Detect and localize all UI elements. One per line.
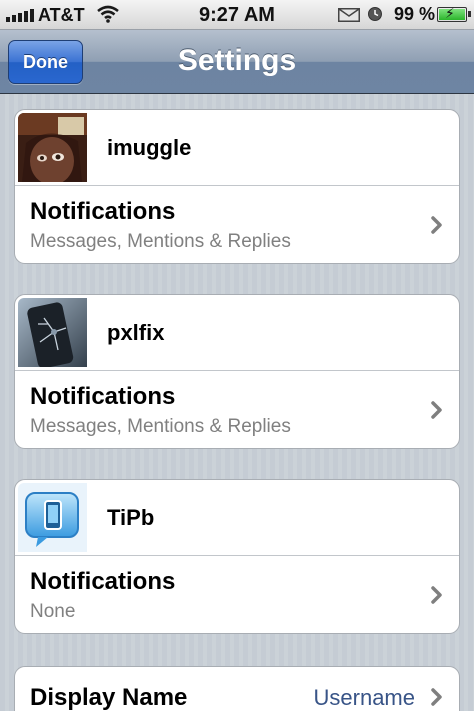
navigation-bar: Done Settings <box>0 30 474 94</box>
account-row[interactable]: pxlfix <box>15 295 459 371</box>
display-name-value: Username <box>313 685 415 710</box>
chevron-right-icon <box>431 216 442 234</box>
battery-charging-icon: ⚡ <box>437 5 471 22</box>
alarm-icon <box>368 7 382 21</box>
display-name-group: Display Name Username <box>14 666 460 711</box>
notifications-row[interactable]: Notifications Messages, Mentions & Repli… <box>15 371 459 448</box>
account-name: imuggle <box>107 135 192 160</box>
page-title: Settings <box>177 44 297 77</box>
display-name-label: Display Name <box>30 684 188 711</box>
account-row[interactable]: imuggle <box>15 110 459 186</box>
display-name-row[interactable]: Display Name Username <box>15 667 459 711</box>
account-name: pxlfix <box>107 320 165 345</box>
notifications-row[interactable]: Notifications Messages, Mentions & Repli… <box>15 186 459 263</box>
mail-icon <box>338 8 360 22</box>
user-photo-avatar <box>18 113 87 182</box>
account-group-pxlfix: pxlfix Notifications Messages, Mentions … <box>14 294 460 449</box>
chevron-right-icon <box>431 688 442 706</box>
chevron-right-icon <box>431 586 442 604</box>
notifications-detail: None <box>30 601 76 622</box>
battery-percent: 99 % <box>394 4 436 24</box>
status-bar: AT&T 9:27 AM 99 % ⚡ <box>0 0 474 30</box>
account-group-tipb: TiPb Notifications None <box>14 479 460 634</box>
notifications-detail: Messages, Mentions & Replies <box>30 416 291 437</box>
notifications-detail: Messages, Mentions & Replies <box>30 231 291 252</box>
notifications-label: Notifications <box>30 568 176 595</box>
account-row[interactable]: TiPb <box>15 480 459 556</box>
tipb-logo-avatar <box>18 483 87 552</box>
notifications-label: Notifications <box>30 383 176 410</box>
account-group-imuggle: imuggle Notifications Messages, Mentions… <box>14 109 460 264</box>
notifications-label: Notifications <box>30 198 176 225</box>
account-name: TiPb <box>107 505 155 530</box>
notifications-row[interactable]: Notifications None <box>15 556 459 633</box>
chevron-right-icon <box>431 401 442 419</box>
cracked-phone-avatar <box>18 298 87 367</box>
